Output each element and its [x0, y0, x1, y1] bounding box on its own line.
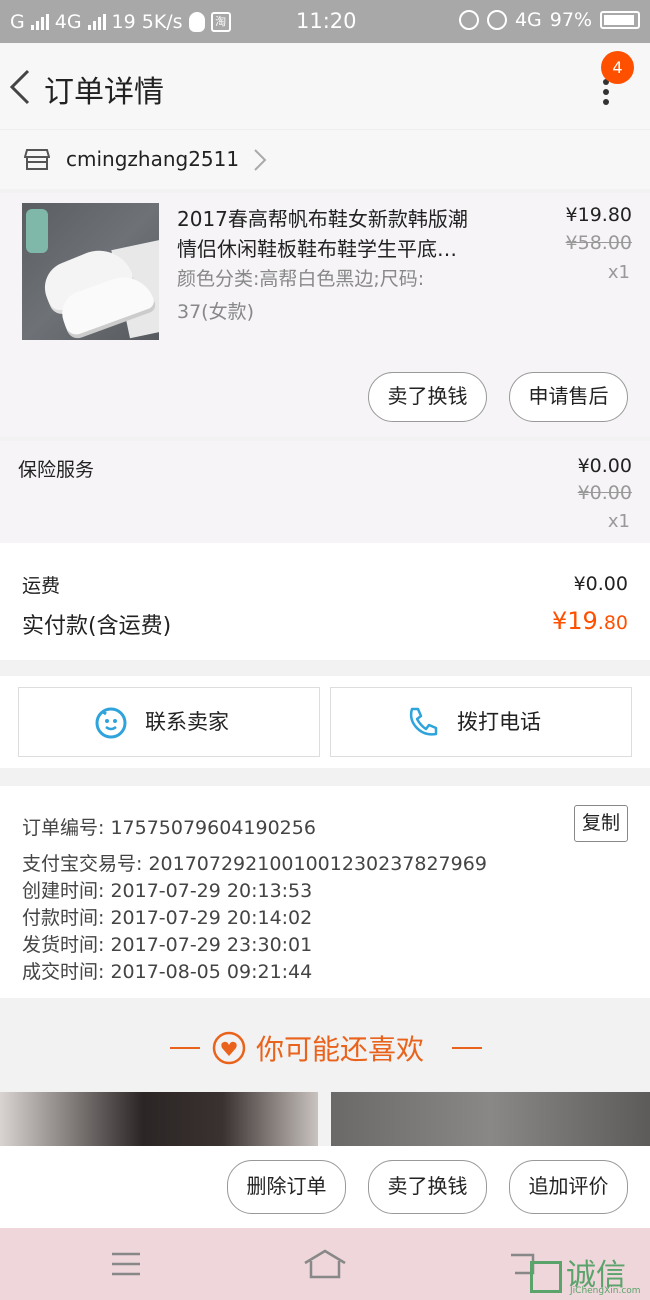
product-price: ¥19.80: [565, 204, 632, 226]
order-number: 订单编号: 1757507960419025​6: [22, 817, 316, 839]
taobao-icon: 淘: [210, 11, 231, 32]
battery-percent: 97%: [549, 9, 592, 31]
network-label-2: 4G: [514, 9, 542, 31]
network-label: 4G: [54, 10, 82, 33]
app-header: 订单详情 4: [0, 43, 650, 129]
alarm-icon: [486, 10, 507, 30]
paid-amount: ¥19.80: [551, 607, 628, 635]
recommend-grid: [0, 1088, 650, 1146]
shipped-time: 发货时间: 2017-07-29 23:30:01: [22, 934, 313, 956]
recommend-title: 你可能还喜欢: [256, 1033, 425, 1066]
qq-icon: [188, 11, 205, 32]
status-left: G 4G 19 5K/s 淘: [10, 11, 231, 33]
divider: [452, 1047, 482, 1049]
signal-icon: [30, 13, 49, 30]
resell-button[interactable]: 卖了换钱: [368, 1160, 487, 1214]
chat-icon: [95, 707, 127, 739]
call-label: 拨打电话: [457, 710, 541, 734]
add-review-button[interactable]: 追加评价: [509, 1160, 628, 1214]
resell-button[interactable]: 卖了换钱: [368, 372, 487, 422]
order-actions: 删除订单 卖了换钱 追加评价: [0, 1146, 650, 1228]
battery-icon: [600, 11, 640, 29]
insurance-label: 保险服务: [18, 459, 95, 481]
completed-time: 成交时间: 2017-08-05 09:21:44: [22, 961, 313, 983]
product-card[interactable]: 2017春高帮帆布鞋女新款韩版潮 情侣休闲鞋板鞋布鞋学生平底… 颜色分类:高帮白…: [0, 193, 650, 437]
alipay-number: 支付宝交易号: 2017072921001001230237827969: [22, 853, 487, 875]
net-speed: 5K/s: [141, 10, 183, 33]
back-arrow-icon[interactable]: [6, 67, 36, 107]
copy-button[interactable]: 复制: [574, 805, 628, 842]
product-title[interactable]: 2017春高帮帆布鞋女新款韩版潮 情侣休闲鞋板鞋布鞋学生平底…: [177, 204, 492, 264]
call-button[interactable]: 拨打电话: [330, 687, 632, 757]
chevron-right-icon: [254, 149, 267, 171]
product-thumbnail[interactable]: [22, 203, 159, 340]
freight-value: ¥0.00: [573, 573, 628, 595]
signal-icon-2: [87, 13, 106, 30]
seller-name: cmingzhang2511: [66, 147, 240, 171]
paid-time: 付款时间: 2017-07-29 20:14:02: [22, 907, 313, 929]
seller-row[interactable]: cmingzhang2511: [0, 129, 650, 189]
recommend-item-image[interactable]: [331, 1092, 650, 1146]
delete-order-button[interactable]: 删除订单: [227, 1160, 346, 1214]
insurance-quantity: x1: [607, 511, 630, 532]
shop-icon: [24, 149, 50, 170]
page-title: 订单详情: [44, 75, 164, 110]
mute-icon: [458, 10, 479, 30]
insurance-original-price: ¥0.00: [577, 482, 632, 504]
menu-icon[interactable]: [110, 1251, 142, 1277]
status-right: 4G 97%: [458, 9, 640, 31]
heart-icon: [212, 1031, 246, 1065]
carrier-text: G: [10, 10, 25, 33]
recommend-item-image[interactable]: [0, 1092, 318, 1146]
contact-seller-label: 联系卖家: [145, 710, 229, 734]
after-sale-button[interactable]: 申请售后: [509, 372, 628, 422]
contact-bar: 联系卖家 拨打电话: [0, 676, 650, 768]
created-time: 创建时间: 2017-07-29 20:13:53: [22, 880, 313, 902]
product-quantity: x1: [607, 262, 630, 283]
insurance-price: ¥0.00: [577, 455, 632, 477]
recommend-header: 你可能还喜欢: [0, 998, 650, 1088]
order-info: 订单编号: 1757507960419025​6 复制 支付宝交易号: 2017…: [0, 786, 650, 998]
watermark: 诚信 JiChengXin.com: [530, 1250, 641, 1296]
paid-label: 实付款(含运费): [22, 614, 172, 639]
message-badge: 4: [601, 51, 634, 84]
divider: [170, 1047, 200, 1049]
phone-icon: [409, 707, 438, 736]
freight-label: 运费: [22, 575, 61, 597]
product-sku: 颜色分类:高帮白色黑边;尺码: 37(女款): [177, 268, 425, 323]
watermark-logo-icon: [530, 1260, 562, 1293]
insurance-row: 保险服务 ¥0.00 ¥0.00 x1: [0, 441, 650, 543]
product-original-price: ¥58.00: [565, 232, 632, 254]
notification-count: 19: [111, 10, 136, 33]
home-icon[interactable]: [303, 1249, 347, 1279]
clock: 11:20: [296, 9, 357, 33]
status-bar: G 4G 19 5K/s 淘 11:20 4G 97%: [0, 0, 650, 43]
contact-seller-button[interactable]: 联系卖家: [18, 687, 320, 757]
totals-section: 运费 ¥0.00 实付款(含运费) ¥19.80: [0, 543, 650, 660]
